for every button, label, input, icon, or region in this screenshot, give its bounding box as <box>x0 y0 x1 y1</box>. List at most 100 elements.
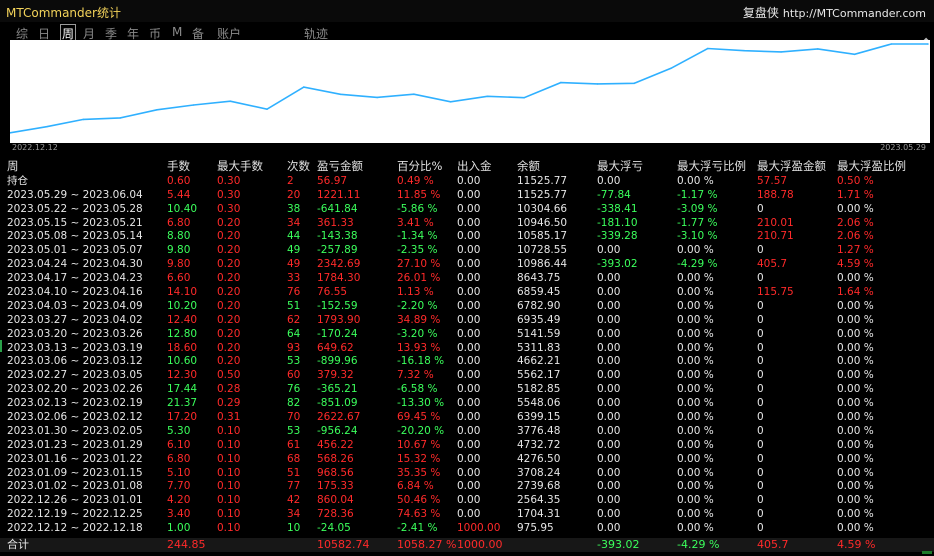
table-row[interactable]: 2023.05.29 ~ 2023.06.04 5.44 0.30 20 1221.11… <box>0 188 934 202</box>
table-cell: 0.00 <box>457 230 481 243</box>
table-row[interactable]: 2023.02.27 ~ 2023.03.05 12.30 0.50 60 379.32… <box>0 368 934 382</box>
table-cell: 0.00 % <box>837 369 874 382</box>
table-cell: 0.10 <box>217 508 241 521</box>
brand-link[interactable]: 复盘侠 http://MTCommander.com <box>743 4 926 21</box>
table-cell: 0.00 % <box>677 522 714 535</box>
table-row[interactable]: 2023.02.06 ~ 2023.02.12 17.20 0.31 70 2622.6… <box>0 410 934 424</box>
column-header[interactable]: 最大浮亏比例 <box>677 159 746 173</box>
column-header[interactable]: 次数 <box>287 159 310 173</box>
table-cell: -3.10 % <box>677 230 718 243</box>
column-header[interactable]: 最大浮盈金额 <box>757 159 826 173</box>
table-cell: 0 <box>757 494 764 507</box>
table-cell: 13.93 % <box>397 341 441 354</box>
table-cell: 7.70 <box>167 480 191 493</box>
table-cell: 188.78 <box>757 188 794 201</box>
table-row[interactable]: 持仓 0.60 0.30 2 56.97 0.49 % 0.00 11525.77 0.00 0.… <box>0 174 934 188</box>
table-row[interactable]: 2023.05.01 ~ 2023.05.07 9.80 0.20 49 -257.89… <box>0 243 934 257</box>
table-cell: 0.00 <box>457 355 481 368</box>
table-cell: 0.00 <box>457 424 481 437</box>
tab-7[interactable]: M <box>172 25 182 39</box>
column-header[interactable]: 百分比% <box>397 159 442 173</box>
column-header[interactable]: 出入金 <box>457 159 492 173</box>
table-cell: 10.67 % <box>397 438 441 451</box>
total-lots: 244.85 <box>167 538 206 551</box>
table-cell: 0 <box>757 244 764 257</box>
table-cell: 0.20 <box>217 272 241 285</box>
table-cell: 0.10 <box>217 438 241 451</box>
table-cell: 0.00 <box>457 494 481 507</box>
balance-point <box>927 43 929 45</box>
table-row[interactable]: 2023.03.13 ~ 2023.03.19 18.60 0.20 93 649.62… <box>0 341 934 355</box>
table-cell: -143.38 <box>317 230 358 243</box>
table-cell: 0.00 % <box>837 202 874 215</box>
table-cell: 6782.90 <box>517 299 561 312</box>
balance-point <box>266 108 268 110</box>
table-cell: 0.00 % <box>837 272 874 285</box>
table-cell: 0.20 <box>217 244 241 257</box>
table-cell: 210.01 <box>757 216 794 229</box>
table-cell: 0.00 % <box>837 383 874 396</box>
table-cell: 5182.85 <box>517 383 561 396</box>
table-cell: 1.00 <box>167 522 191 535</box>
column-header[interactable]: 手数 <box>167 159 190 173</box>
table-cell: -1.17 % <box>677 188 718 201</box>
table-row[interactable]: 2023.01.16 ~ 2023.01.22 6.80 0.10 68 568.26 1… <box>0 452 934 466</box>
table-row[interactable]: 2023.03.06 ~ 2023.03.12 10.60 0.20 53 -899.9… <box>0 354 934 368</box>
table-row[interactable]: 2023.04.24 ~ 2023.04.30 9.80 0.20 49 2342.69… <box>0 257 934 271</box>
table-row[interactable]: 2022.12.12 ~ 2022.12.18 1.00 0.10 10 -24.05 -… <box>0 521 934 535</box>
column-header[interactable]: 余额 <box>517 159 540 173</box>
table-row[interactable]: 2023.05.08 ~ 2023.05.14 8.80 0.20 44 -143.38… <box>0 229 934 243</box>
table-cell: 0.10 <box>217 480 241 493</box>
table-cell: 0.00 <box>457 299 481 312</box>
table-cell: 20 <box>287 188 301 201</box>
table-cell: 0.00 <box>457 202 481 215</box>
table-cell: 0.00 <box>597 452 621 465</box>
table-row[interactable]: 2023.04.17 ~ 2023.04.23 6.60 0.20 33 1784.30… <box>0 271 934 285</box>
table-cell: 5562.17 <box>517 369 561 382</box>
table-cell: 2342.69 <box>317 258 361 271</box>
table-cell: 1704.31 <box>517 508 561 521</box>
table-row[interactable]: 2023.01.30 ~ 2023.02.05 5.30 0.10 53 -956.24… <box>0 424 934 438</box>
table-row[interactable]: 2022.12.26 ~ 2023.01.01 4.20 0.10 42 860.04 5… <box>0 493 934 507</box>
balance-point <box>486 95 489 98</box>
table-cell: -339.28 <box>597 230 638 243</box>
table-row[interactable]: 2022.12.19 ~ 2022.12.25 3.40 0.10 34 728.36 7… <box>0 507 934 521</box>
column-header[interactable]: 盈亏金额 <box>317 159 363 173</box>
table-row[interactable]: 2023.01.02 ~ 2023.01.08 7.70 0.10 77 175.33 6… <box>0 479 934 493</box>
table-row[interactable]: 2023.04.10 ~ 2023.04.16 14.10 0.20 76 76.55 1… <box>0 285 934 299</box>
table-row[interactable]: 2023.03.27 ~ 2023.04.02 12.40 0.20 62 1793.9… <box>0 313 934 327</box>
table-row[interactable]: 2023.02.13 ~ 2023.02.19 21.37 0.29 82 -851.0… <box>0 396 934 410</box>
table-cell: -1.34 % <box>397 230 438 243</box>
table-cell: 4.20 <box>167 494 191 507</box>
total-max-float-profit: 405.7 <box>757 538 789 551</box>
table-row[interactable]: 2023.03.20 ~ 2023.03.26 12.80 0.20 64 -170.2… <box>0 327 934 341</box>
table-cell: 379.32 <box>317 369 354 382</box>
table-row[interactable]: 2023.01.23 ~ 2023.01.29 6.10 0.10 61 456.22 1… <box>0 438 934 452</box>
table-cell: 0.20 <box>217 216 241 229</box>
table-cell: 6935.49 <box>517 313 561 326</box>
scroll-indicator[interactable] <box>922 551 932 554</box>
table-row[interactable]: 2023.02.20 ~ 2023.02.26 17.44 0.28 76 -365.2… <box>0 382 934 396</box>
balance-point <box>596 83 599 85</box>
column-header[interactable]: 周 <box>7 159 19 173</box>
table-cell: 10.40 <box>167 202 198 215</box>
balance-point <box>560 81 562 84</box>
table-cell: 69.45 % <box>397 411 441 424</box>
table-row[interactable]: 2023.01.09 ~ 2023.01.15 5.10 0.10 51 968.56 3… <box>0 466 934 480</box>
table-cell: 1.13 % <box>397 286 434 299</box>
table-row[interactable]: 2023.05.22 ~ 2023.05.28 10.40 0.30 38 -641.8… <box>0 202 934 216</box>
table-row[interactable]: 2023.05.15 ~ 2023.05.21 6.80 0.20 34 361.33 3… <box>0 216 934 230</box>
table-cell: 2.06 % <box>837 230 874 243</box>
table-cell: 0.20 <box>217 258 241 271</box>
table-cell: 0.00 <box>457 508 481 521</box>
column-header[interactable]: 最大手数 <box>217 159 263 173</box>
table-cell: 0.00 % <box>677 244 714 257</box>
table-row[interactable]: 2023.04.03 ~ 2023.04.09 10.20 0.20 51 -152.5… <box>0 299 934 313</box>
balance-point <box>45 125 48 128</box>
column-header[interactable]: 最大浮亏 <box>597 159 643 173</box>
column-header[interactable]: 最大浮盈比例 <box>837 159 906 173</box>
table-cell: 12.80 <box>167 327 198 340</box>
table-cell: 0.00 <box>457 174 481 187</box>
table-cell: 0.31 <box>217 411 241 424</box>
table-cell: 0.00 <box>457 438 481 451</box>
